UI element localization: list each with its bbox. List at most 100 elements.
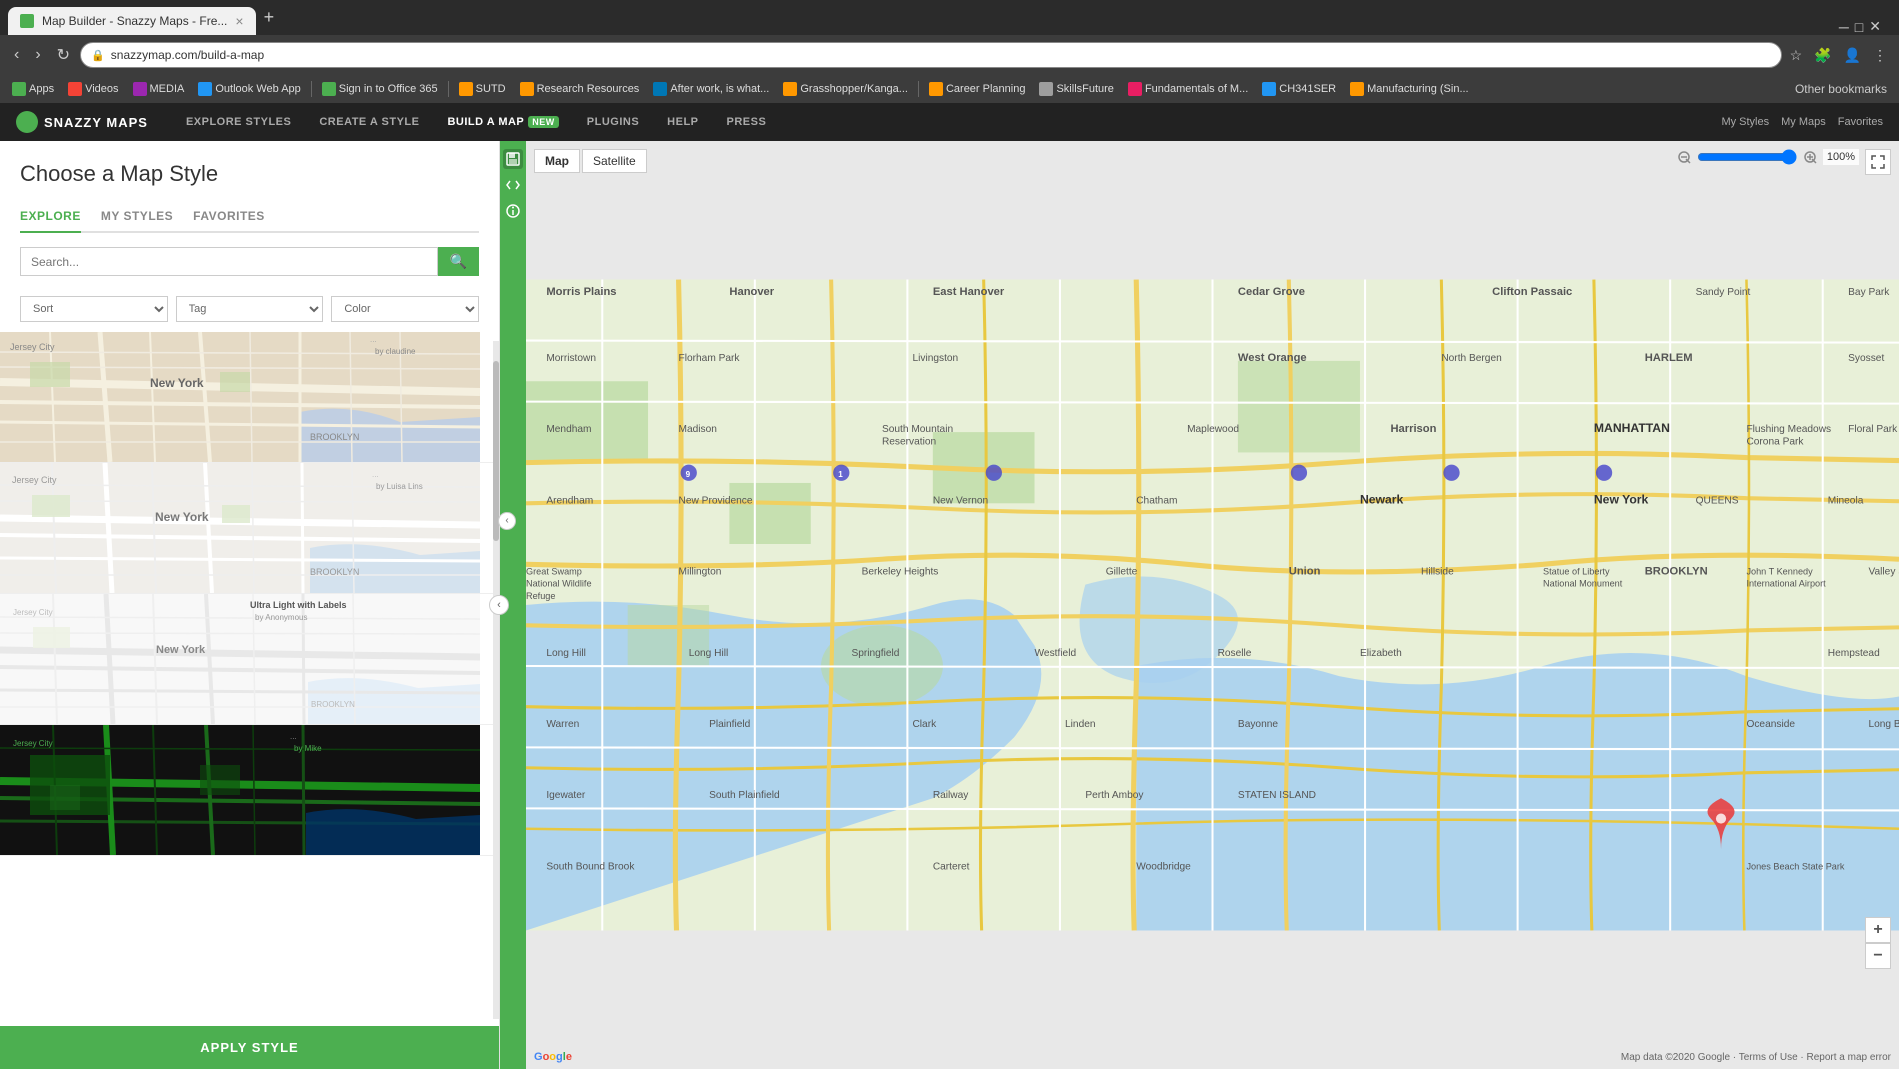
nav-icons-group: ☆ 🧩 👤 ⋮ [1786,45,1891,66]
bookmark-skillsfuture[interactable]: SkillsFuture [1033,80,1119,98]
tab-favicon [20,14,34,28]
panel-title: Choose a Map Style [20,161,479,187]
new-tab-btn[interactable]: + [256,7,283,28]
bookmark-videos[interactable]: Videos [62,80,124,98]
bookmarks-more[interactable]: Other bookmarks [1789,82,1893,96]
panel-search: 🔍 [20,247,479,276]
tab-explore[interactable]: EXPLORE [20,201,81,233]
zoom-in-icon[interactable] [1803,150,1817,164]
apply-style-btn[interactable]: APPLY STYLE [0,1026,499,1069]
svg-text:Hempstead: Hempstead [1828,648,1880,659]
map-card-0[interactable]: Jersey City New York BROOKLYN ... by cla… [0,332,499,463]
bookmark-manufacturing[interactable]: Manufacturing (Sin... [1344,80,1475,98]
tab-title: Map Builder - Snazzy Maps - Fre... [42,14,227,28]
zoom-out-btn[interactable]: − [1865,943,1891,969]
map-type-satellite-btn[interactable]: Satellite [582,149,647,173]
svg-text:Syosset: Syosset [1848,353,1884,364]
svg-text:by Anonymous: by Anonymous [255,613,307,622]
svg-text:Jersey City: Jersey City [12,475,57,485]
bookmark-sutd-label: SUTD [476,83,506,95]
research-icon [520,82,534,96]
bookmark-outlook[interactable]: Outlook Web App [192,80,306,98]
bookmark-ch341ser[interactable]: CH341SER [1256,80,1342,98]
google-o1: o [543,1051,550,1063]
address-bar[interactable]: 🔒 snazzymap.com/build-a-map [80,42,1782,68]
extensions-btn[interactable]: 🧩 [1810,45,1835,66]
svg-text:BROOKLYN: BROOKLYN [310,567,359,577]
nav-my-styles[interactable]: My Styles [1721,116,1769,128]
search-input[interactable] [20,247,438,276]
svg-text:Harrison: Harrison [1390,423,1436,435]
snazzy-logo[interactable]: SNAZZY MAPS [16,111,148,133]
zoom-out-icon[interactable] [1677,150,1691,164]
reload-btn[interactable]: ↻ [51,41,76,69]
map-card-3[interactable]: Jersey City ... by Mike [0,725,499,856]
nav-bar: ‹ › ↻ 🔒 snazzymap.com/build-a-map ☆ 🧩 👤 … [0,35,1899,75]
svg-text:International Airport: International Airport [1746,579,1826,589]
fullscreen-btn[interactable] [1865,149,1891,175]
nav-favorites[interactable]: Favorites [1838,116,1883,128]
bookmark-research[interactable]: Research Resources [514,80,646,98]
nav-plugins[interactable]: PLUGINS [573,103,653,141]
bookmark-research-label: Research Resources [537,83,640,95]
profile-btn[interactable]: 👤 [1840,45,1865,66]
map-card-1[interactable]: Jersey City New York BROOKLYN ... by Lui… [0,463,499,594]
bookmark-grasshopper-label: Grasshopper/Kanga... [800,83,908,95]
nav-my-maps[interactable]: My Maps [1781,116,1826,128]
bookmark-apps[interactable]: Apps [6,80,60,98]
bookmark-signin[interactable]: Sign in to Office 365 [316,80,444,98]
bookmark-sutd[interactable]: SUTD [453,80,512,98]
google-logo: Google [534,1051,572,1063]
maximize-btn[interactable]: □ [1855,19,1863,35]
side-icon-save[interactable] [503,149,523,169]
color-filter[interactable]: Color [331,296,479,322]
map-thumb-svg-2: Jersey City New York BROOKLYN Ultra Ligh… [0,594,480,724]
nav-help[interactable]: HELP [653,103,712,141]
nav-create-style[interactable]: CREATE A STYLE [305,103,433,141]
svg-text:Jersey City: Jersey City [10,342,55,352]
close-window-btn[interactable]: ✕ [1869,18,1881,35]
svg-text:Long Hill: Long Hill [546,648,586,659]
svg-text:South Bound Brook: South Bound Brook [546,861,635,872]
bookmark-grasshopper[interactable]: Grasshopper/Kanga... [777,80,914,98]
search-btn[interactable]: 🔍 [438,247,479,276]
map-type-map-btn[interactable]: Map [534,149,580,173]
panel-collapse-btn[interactable]: ‹ [489,595,509,615]
side-icon-info[interactable] [503,201,523,221]
tag-filter[interactable]: Tag [176,296,324,322]
svg-text:New Providence: New Providence [679,495,753,506]
tab-my-styles[interactable]: MY STYLES [101,201,173,233]
map-card-2[interactable]: Jersey City New York BROOKLYN Ultra Ligh… [0,594,499,725]
map-list: Jersey City New York BROOKLYN ... by cla… [0,332,499,1026]
menu-btn[interactable]: ⋮ [1869,45,1891,66]
sort-filter[interactable]: Sort [20,296,168,322]
svg-text:Bay Park: Bay Park [1848,287,1890,298]
map-zoom-controls: + − [1865,917,1891,969]
svg-text:Igewater: Igewater [546,790,586,801]
zoom-slider[interactable] [1697,149,1797,165]
scrollbar-thumb[interactable] [493,361,499,541]
bookmark-fundamentals[interactable]: Fundamentals of M... [1122,80,1254,98]
tab-favorites[interactable]: FAVORITES [193,201,265,233]
minimize-btn[interactable]: ─ [1839,19,1849,35]
nav-build-map[interactable]: BUILD A MAP NEW [433,103,572,141]
forward-btn[interactable]: › [29,42,46,68]
zoom-in-btn[interactable]: + [1865,917,1891,943]
back-btn[interactable]: ‹ [8,42,25,68]
tab-close-btn[interactable]: × [235,13,243,29]
active-tab[interactable]: Map Builder - Snazzy Maps - Fre... × [8,7,256,35]
map-panel-collapse-btn[interactable]: ‹ [498,512,516,530]
bookmark-afterwork[interactable]: After work, is what... [647,80,775,98]
bookmark-media[interactable]: MEDIA [127,80,191,98]
svg-text:Newark: Newark [1360,492,1404,506]
bookmark-star-btn[interactable]: ☆ [1786,45,1807,66]
nav-explore-styles[interactable]: EXPLORE STYLES [172,103,305,141]
google-g: G [534,1051,543,1063]
bookmark-career[interactable]: Career Planning [923,80,1032,98]
svg-text:National Wildlife: National Wildlife [526,579,592,589]
svg-text:Floral Park: Floral Park [1848,424,1898,435]
side-icon-code[interactable] [503,175,523,195]
map-visualization: Morris Plains Hanover East Hanover Cedar… [526,141,1899,1069]
nav-press[interactable]: PRESS [713,103,781,141]
page-content: SNAZZY MAPS EXPLORE STYLES CREATE A STYL… [0,103,1899,1069]
